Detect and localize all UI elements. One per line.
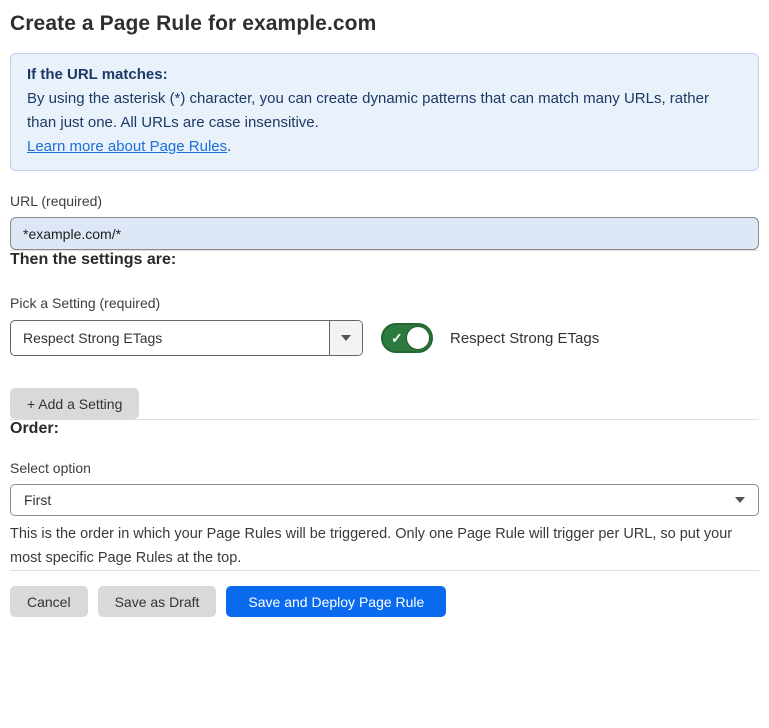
url-input[interactable] — [10, 217, 759, 250]
link-period: . — [227, 138, 231, 155]
check-icon: ✓ — [391, 331, 403, 345]
order-select-label: Select option — [10, 459, 759, 477]
setting-toggle[interactable]: ✓ — [381, 323, 433, 353]
chevron-down-icon — [735, 497, 745, 503]
page-title: Create a Page Rule for example.com — [10, 10, 759, 38]
order-select[interactable]: First — [10, 484, 759, 516]
cancel-button[interactable]: Cancel — [10, 586, 88, 617]
create-page-rule-panel: Create a Page Rule for example.com If th… — [0, 10, 769, 617]
toggle-knob — [406, 326, 430, 350]
save-and-deploy-button[interactable]: Save and Deploy Page Rule — [226, 586, 446, 617]
setting-row: Respect Strong ETags ✓ Respect Strong ET… — [10, 320, 759, 356]
learn-more-link[interactable]: Learn more about Page Rules — [27, 138, 227, 155]
url-field-label: URL (required) — [10, 192, 759, 210]
order-help-text: This is the order in which your Page Rul… — [10, 522, 759, 570]
setting-select-value: Respect Strong ETags — [11, 321, 329, 355]
footer-actions: Cancel Save as Draft Save and Deploy Pag… — [10, 586, 759, 617]
setting-select-arrow-button[interactable] — [329, 321, 362, 355]
setting-toggle-label: Respect Strong ETags — [450, 330, 599, 347]
url-matches-info-box: If the URL matches: By using the asteris… — [10, 53, 759, 171]
add-setting-button[interactable]: + Add a Setting — [10, 388, 139, 419]
order-select-value: First — [24, 492, 51, 508]
pick-setting-label: Pick a Setting (required) — [10, 294, 759, 312]
footer-divider — [10, 570, 759, 571]
settings-section-heading: Then the settings are: — [10, 251, 759, 269]
info-box-heading: If the URL matches: — [27, 63, 742, 87]
save-as-draft-button[interactable]: Save as Draft — [98, 586, 217, 617]
info-box-link-line: Learn more about Page Rules. — [27, 135, 742, 159]
order-section-heading: Order: — [10, 420, 759, 438]
info-box-body: By using the asterisk (*) character, you… — [27, 87, 742, 135]
chevron-down-icon — [341, 335, 351, 341]
setting-select[interactable]: Respect Strong ETags — [10, 320, 363, 356]
